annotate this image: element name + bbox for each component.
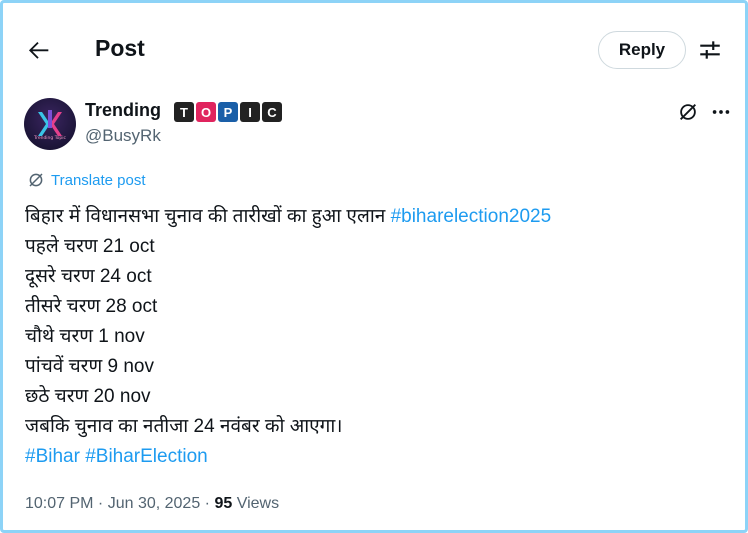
more-options-icon[interactable] [710, 101, 732, 123]
meta-separator: · [93, 495, 108, 512]
reply-button[interactable]: Reply [598, 31, 686, 69]
grok-icon[interactable] [677, 101, 699, 123]
post-body: बिहार में विधानसभा चुनाव की तारीखों का ह… [25, 202, 551, 472]
hashtag-line: #Bihar #BiharElection [25, 442, 551, 472]
post-line: छठे चरण 20 nov [25, 386, 151, 407]
post-frame: Post Reply Trending Topic Trending TOPIC… [0, 0, 748, 533]
author-handle[interactable]: @BusyRk [85, 126, 161, 146]
translate-post-link[interactable]: Translate post [27, 171, 146, 189]
badge-letter: I [240, 102, 260, 122]
post-line: पांचवें चरण 9 nov [25, 356, 154, 377]
hashtag-link[interactable]: #biharelection2025 [391, 206, 552, 227]
post-date[interactable]: Jun 30, 2025 [108, 495, 201, 512]
post-time[interactable]: 10:07 PM [25, 495, 93, 512]
page-title: Post [95, 35, 145, 61]
post-line: तीसरे चरण 28 oct [25, 296, 158, 317]
top-bar: Post Reply [3, 3, 745, 99]
views-label: Views [232, 495, 280, 512]
meta-separator: · [200, 495, 215, 512]
translate-label: Translate post [51, 171, 146, 189]
svg-text:Trending Topic: Trending Topic [33, 135, 67, 141]
post-text: बिहार में विधानसभा चुनाव की तारीखों का ह… [25, 206, 391, 227]
badge-letter: C [262, 102, 282, 122]
post-meta: 10:07 PM · Jun 30, 2025 · 95 Views [25, 495, 279, 513]
name-badges: TOPIC [174, 102, 282, 122]
post-line: बिहार में विधानसभा चुनाव की तारीखों का ह… [25, 202, 551, 232]
hashtag-link[interactable]: #Bihar [25, 446, 80, 467]
avatar-logo: Trending Topic [33, 110, 67, 141]
hashtag-link[interactable]: #BiharElection [85, 446, 208, 467]
tune-settings-icon[interactable] [697, 37, 723, 63]
post-line: पहले चरण 21 oct [25, 236, 155, 257]
post-line: चौथे चरण 1 nov [25, 326, 145, 347]
badge-letter: O [196, 102, 216, 122]
badge-letter: T [174, 102, 194, 122]
views-count: 95 [214, 495, 233, 512]
grok-translate-icon [29, 173, 43, 187]
badge-letter: P [218, 102, 238, 122]
author-name[interactable]: Trending [85, 100, 161, 121]
back-arrow-icon[interactable] [25, 36, 53, 64]
post-line: जबकि चुनाव का नतीजा 24 नवंबर को आएगा। [25, 416, 343, 437]
post-line: दूसरे चरण 24 oct [25, 266, 152, 287]
avatar[interactable]: Trending Topic [24, 98, 76, 150]
